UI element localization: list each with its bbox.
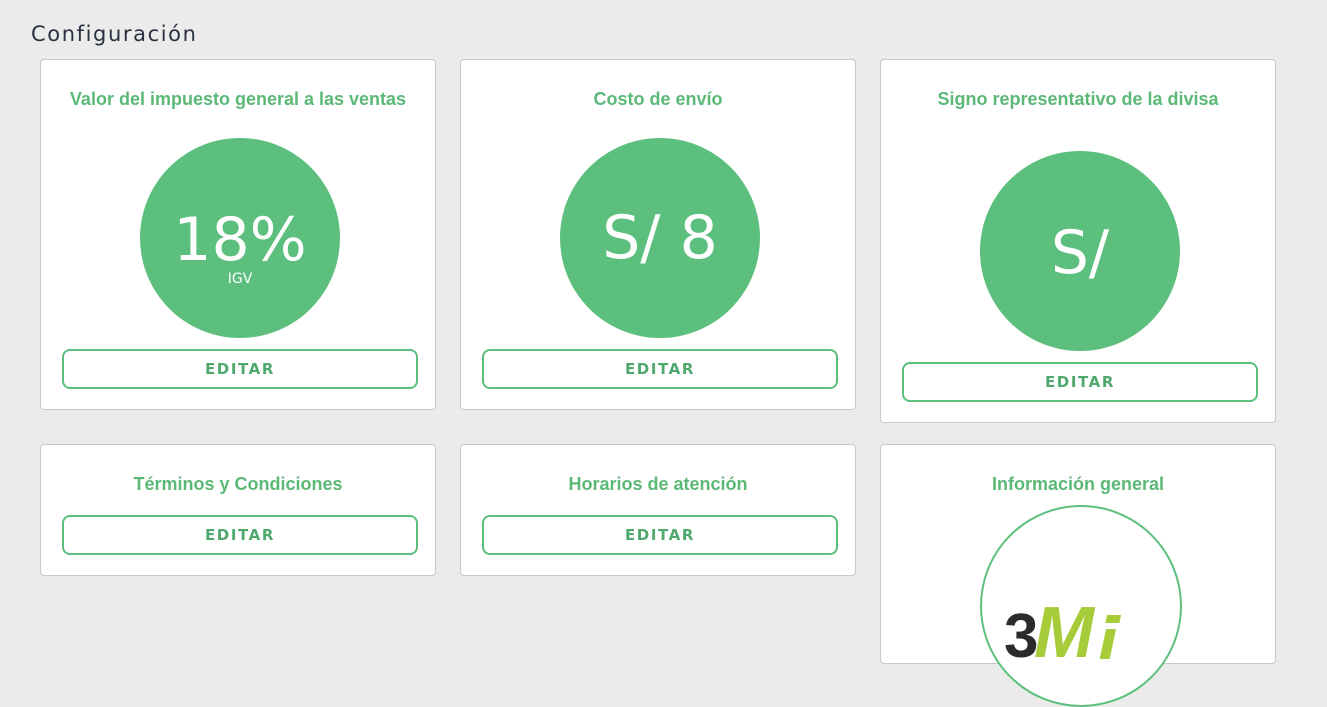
info-card: Información general 3 M [880, 444, 1276, 707]
shipping-value-circle: S/ 8 [560, 138, 760, 338]
hours-card-title: Horarios de atención [568, 474, 748, 494]
shipping-edit-button[interactable]: EDITAR [482, 349, 838, 389]
igv-card-title: Valor del impuesto general a las ventas [69, 89, 407, 109]
currency-card-title: Signo representativo de la divisa [937, 89, 1219, 109]
currency-value: S/ [1050, 218, 1110, 288]
igv-label: IGV [227, 271, 253, 287]
terms-edit-button[interactable]: EDITAR [62, 515, 418, 555]
company-logo-circle: 3 M [980, 505, 1182, 707]
shipping-value: S/ 8 [602, 203, 718, 273]
svg-text:M: M [1034, 593, 1096, 673]
page-title: Configuración [31, 22, 198, 46]
igv-value: 18% [173, 205, 307, 275]
info-card-title: Información general [991, 474, 1165, 494]
hours-card: Horarios de atención EDITAR [460, 444, 856, 576]
currency-value-circle: S/ [980, 151, 1180, 351]
company-logo: 3 M [1004, 593, 1122, 673]
igv-card: Valor del impuesto general a las ventas … [40, 59, 436, 410]
currency-card: Signo representativo de la divisa S/ EDI… [880, 59, 1276, 423]
terms-card-title: Términos y Condiciones [133, 474, 343, 494]
igv-edit-button[interactable]: EDITAR [62, 349, 418, 389]
igv-value-circle: 18% IGV [140, 138, 340, 338]
hours-edit-button[interactable]: EDITAR [482, 515, 838, 555]
shipping-card: Costo de envío S/ 8 EDITAR [460, 59, 856, 410]
shipping-card-title: Costo de envío [593, 89, 723, 109]
currency-edit-button[interactable]: EDITAR [902, 362, 1258, 402]
terms-card: Términos y Condiciones EDITAR [40, 444, 436, 576]
